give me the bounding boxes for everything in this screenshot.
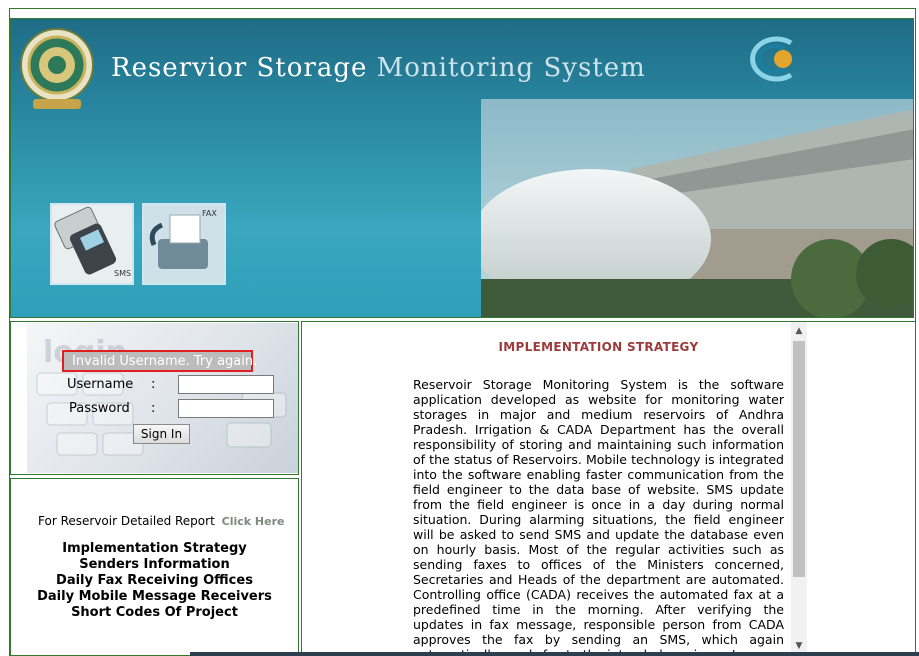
bottom-strip [190,652,919,656]
report-line: For Reservoir Detailed Report Click Here [38,514,284,528]
swirl-logo-icon [750,36,793,82]
sign-in-button[interactable]: Sign In [133,424,190,444]
password-label: Password [69,401,130,416]
scroll-up-icon[interactable]: ▲ [791,324,807,338]
username-colon: : [151,377,156,392]
state-emblem-icon [20,28,94,109]
dam-photo [481,99,913,317]
nav-daily-mobile-message-receivers[interactable]: Daily Mobile Message Receivers [11,589,298,605]
nav-daily-fax-receiving-offices[interactable]: Daily Fax Receiving Offices [11,573,298,589]
fax-label: FAX [202,209,217,218]
click-here-link[interactable]: Click Here [222,515,285,528]
header-banner: Reservior Storage Monitoring System SMS … [10,18,914,318]
sidebar-links-panel: For Reservoir Detailed Report Click Here… [10,478,299,656]
title-part-2: Monitoring System [376,53,646,83]
scroll-down-icon[interactable]: ▼ [791,639,807,653]
scroll-thumb[interactable] [793,341,805,577]
password-colon: : [151,401,156,416]
sidebar-nav: Implementation Strategy Senders Informat… [11,541,298,621]
error-message: Invalid Username. Try again. [72,354,258,369]
content-body: Reservoir Storage Monitoring System is t… [413,377,784,656]
site-title: Reservior Storage Monitoring System [111,53,646,83]
login-panel: login Invalid Username. Try again. Usern… [10,321,299,475]
password-input[interactable] [178,399,274,418]
fax-tile[interactable]: FAX [142,203,226,285]
username-input[interactable] [178,375,274,394]
username-label: Username [67,377,134,392]
sms-tile[interactable]: SMS [50,203,134,285]
sms-label: SMS [114,269,132,278]
error-message-box: Invalid Username. Try again. [62,350,257,372]
content-panel: IMPLEMENTATION STRATEGY Reservoir Storag… [301,321,916,656]
nav-short-codes-of-project[interactable]: Short Codes Of Project [11,605,298,621]
content-scrollbar[interactable]: ▲ ▼ [791,322,807,655]
nav-implementation-strategy[interactable]: Implementation Strategy [11,541,298,557]
title-part-1: Reservior Storage [111,53,368,83]
login-form: login Invalid Username. Try again. Usern… [27,323,298,473]
nav-senders-information[interactable]: Senders Information [11,557,298,573]
report-text: For Reservoir Detailed Report [38,514,215,528]
